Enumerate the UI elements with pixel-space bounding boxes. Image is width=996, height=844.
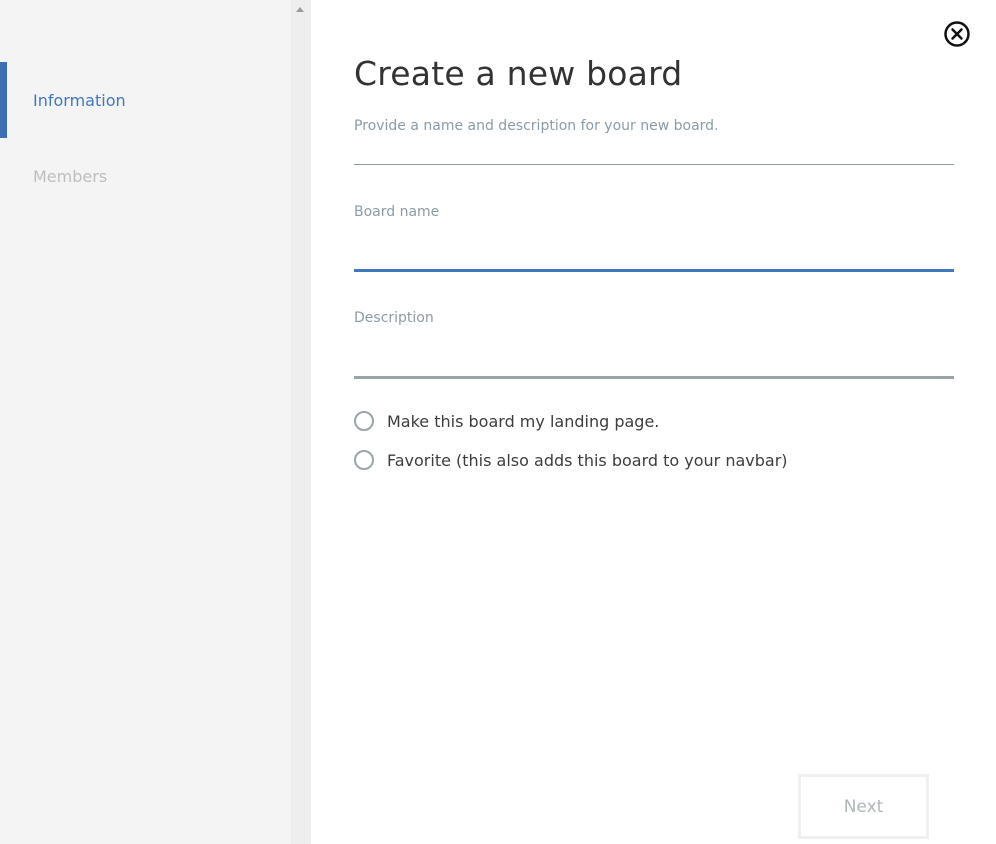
page-subtitle: Provide a name and description for your …: [354, 118, 719, 134]
board-name-label: Board name: [354, 204, 440, 220]
favorite-radio[interactable]: [354, 450, 374, 470]
sidebar-item-information[interactable]: Information: [0, 62, 291, 138]
close-circle-icon: [944, 21, 970, 47]
divider: [354, 164, 954, 165]
main-panel: Create a new board Provide a name and de…: [311, 0, 996, 844]
board-name-input[interactable]: [354, 238, 954, 272]
close-button[interactable]: [943, 20, 971, 48]
landing-page-radio[interactable]: [354, 411, 374, 431]
next-button[interactable]: Next: [798, 774, 929, 839]
sidebar-item-label: Information: [33, 90, 126, 110]
sidebar-item-members[interactable]: Members: [0, 138, 291, 214]
active-indicator: [0, 62, 7, 138]
scroll-up-arrow-icon[interactable]: [296, 7, 304, 12]
page-title: Create a new board: [354, 54, 683, 93]
favorite-option[interactable]: Favorite (this also adds this board to y…: [354, 449, 788, 471]
description-input[interactable]: [354, 345, 954, 379]
landing-page-label: Make this board my landing page.: [387, 411, 660, 431]
description-label: Description: [354, 310, 434, 326]
favorite-label: Favorite (this also adds this board to y…: [387, 450, 788, 470]
landing-page-option[interactable]: Make this board my landing page.: [354, 410, 659, 432]
sidebar-nav: Information Members: [0, 0, 291, 844]
scrollbar[interactable]: [291, 0, 311, 844]
create-board-dialog: Information Members Create a new board P…: [0, 0, 996, 844]
sidebar-item-label: Members: [33, 166, 108, 186]
